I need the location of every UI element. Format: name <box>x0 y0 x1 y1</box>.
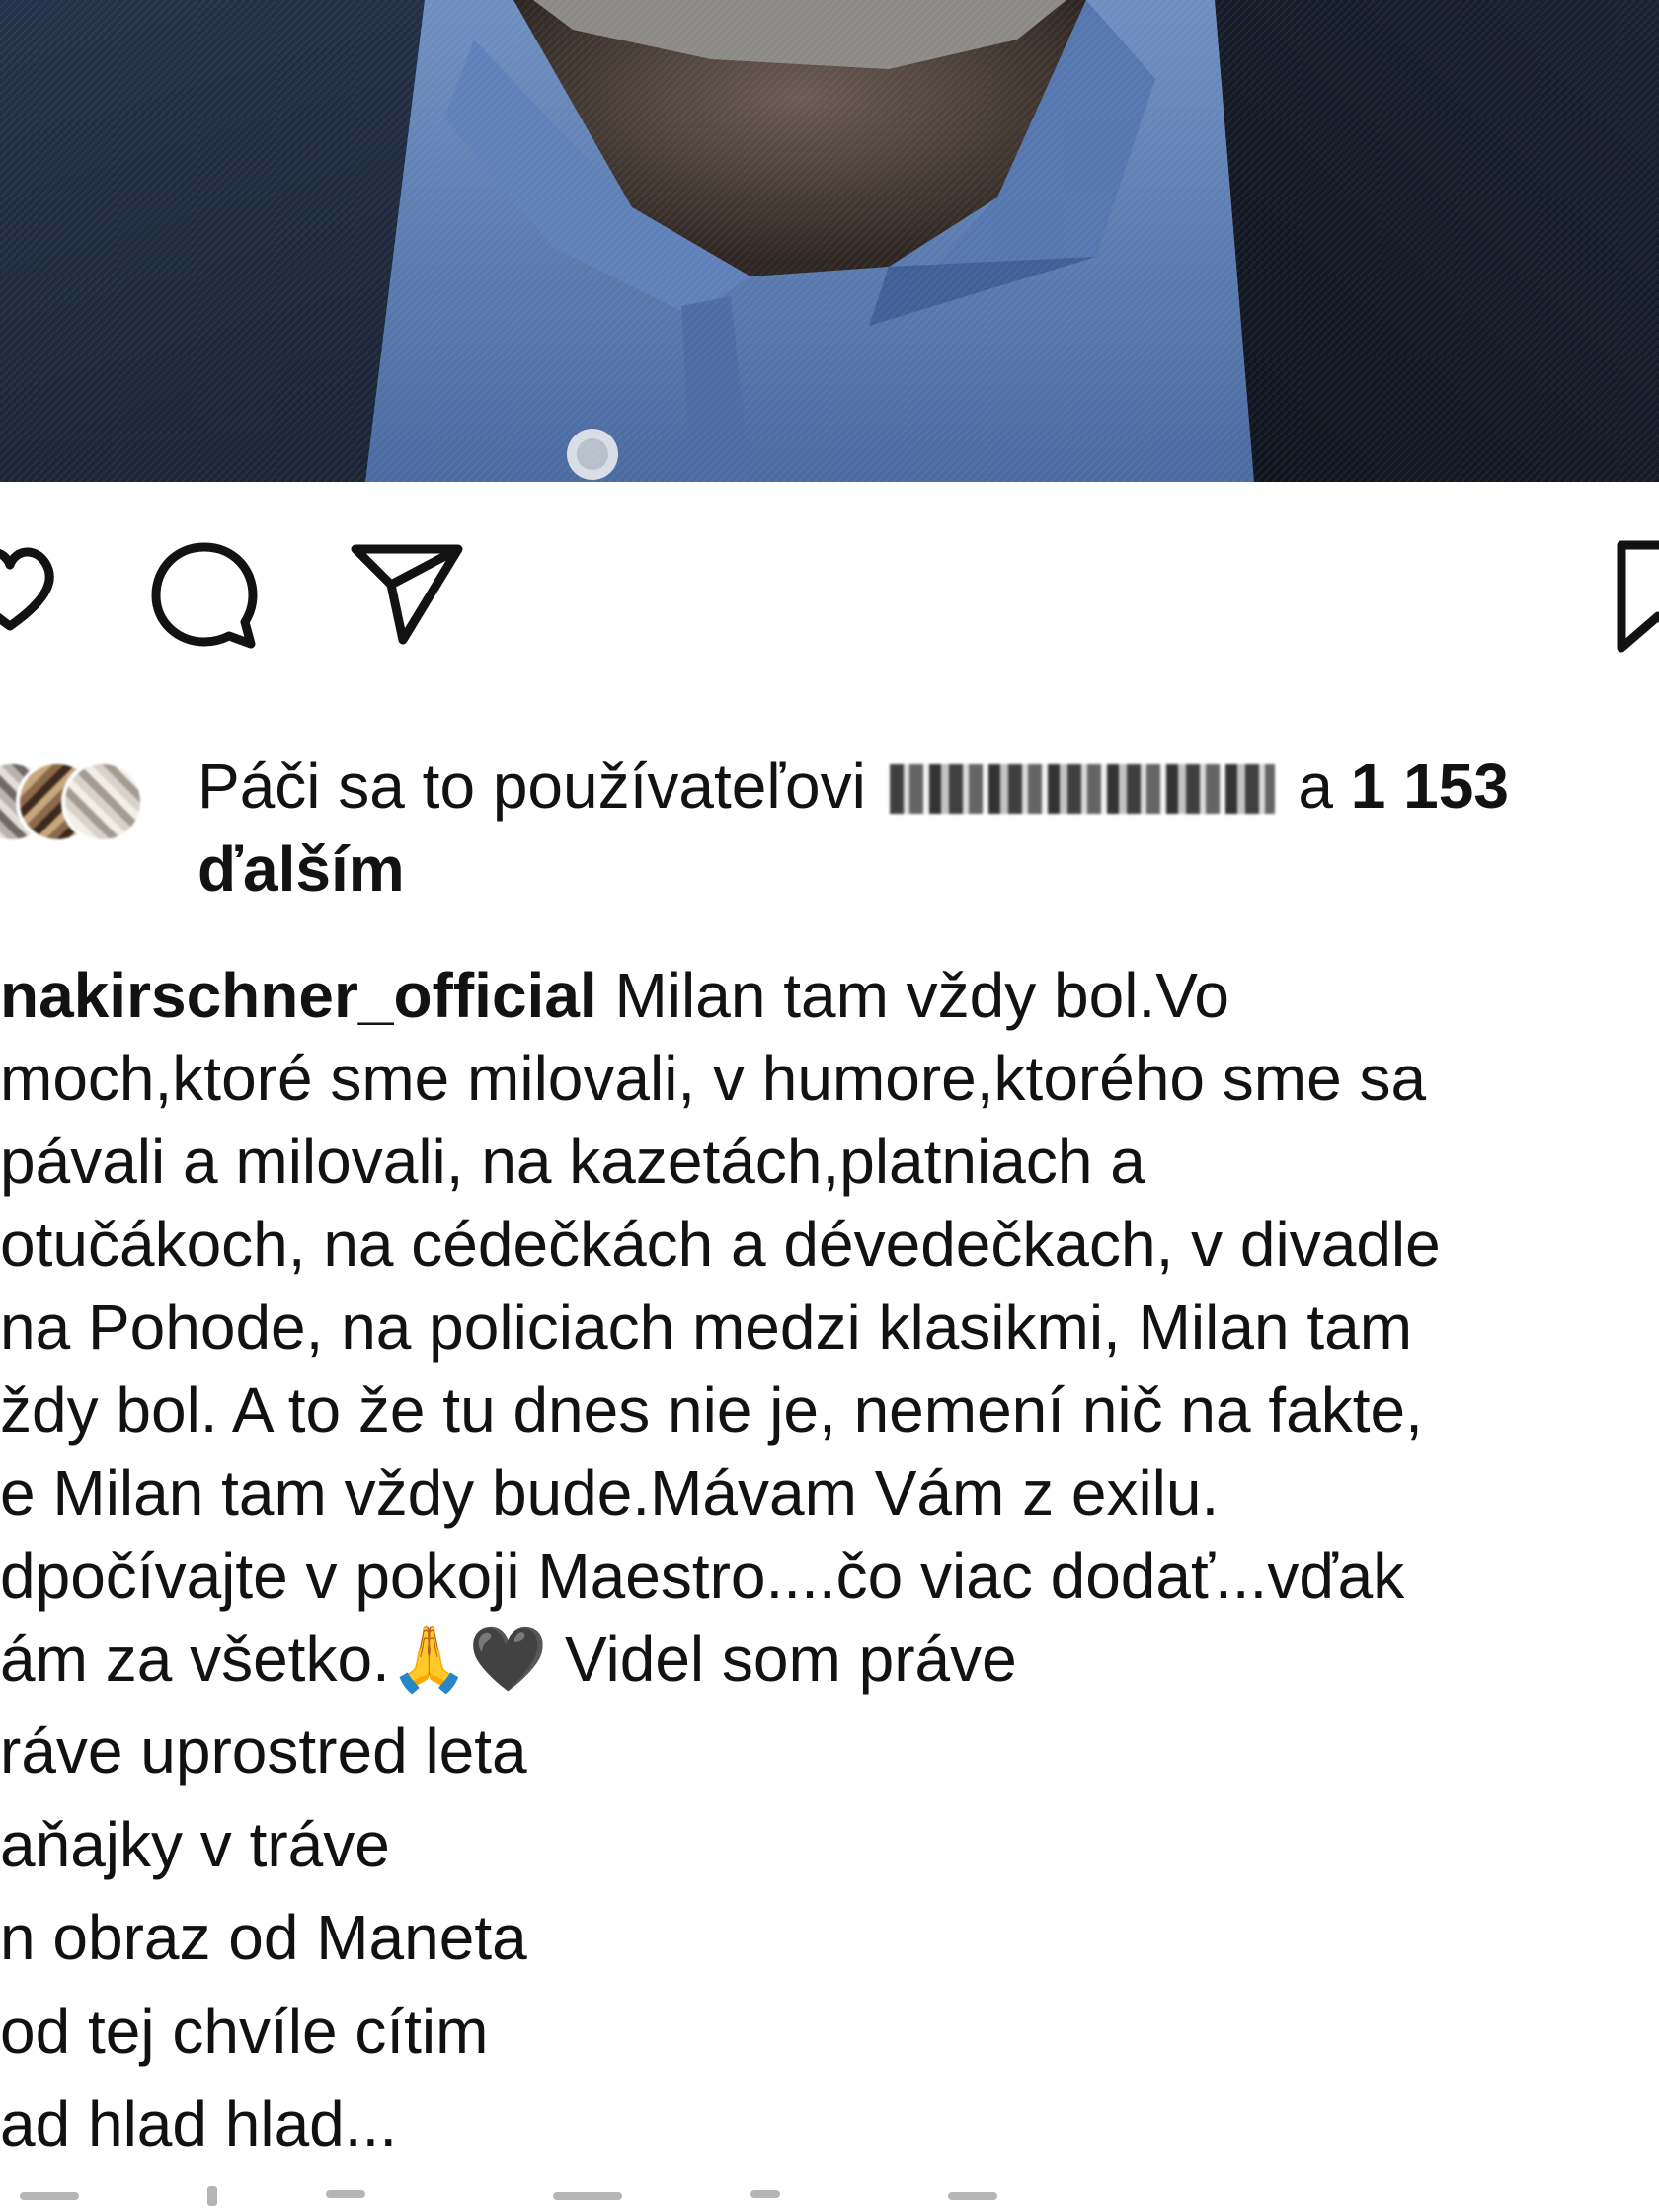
caption-line: otučákoch, na cédečkách a dévedečkach, v… <box>0 1209 1441 1280</box>
caption-username[interactable]: nakirschner_official <box>0 960 597 1031</box>
likes-prefix: Páči sa to používateľovi <box>198 750 866 822</box>
caption-line: ždy bol. A to že tu dnes nie je, nemení … <box>0 1375 1423 1446</box>
caption-line: e Milan tam vždy bude.Mávam Vám z exilu. <box>0 1458 1220 1529</box>
poem-line: aňajky v tráve <box>0 1808 390 1880</box>
caption-line: ám za všetko.🙏🖤 Videl som práve <box>0 1623 1017 1695</box>
likes-connector: a <box>1298 750 1333 822</box>
poem-line: ráve uprostred leta <box>0 1715 527 1786</box>
send-icon[interactable] <box>348 537 466 650</box>
post-caption: nakirschner_official Milan tam vždy bol.… <box>0 954 1659 1700</box>
likes-count[interactable]: 1 153 <box>1351 750 1509 822</box>
comment-icon[interactable] <box>146 537 263 654</box>
caption-line: nakirschner_official Milan tam vždy bol.… <box>0 954 1659 1037</box>
cutoff-glyphs <box>20 2186 997 2206</box>
avatar <box>61 760 144 843</box>
caption-line: na Pohode, na policiach medzi klasikmi, … <box>0 1292 1412 1363</box>
bookmark-icon[interactable] <box>1614 537 1659 658</box>
post-photo[interactable] <box>0 0 1659 482</box>
poem-line: n obraz od Maneta <box>0 1902 527 1973</box>
blurred-username[interactable] <box>889 764 1275 814</box>
poem-line: ad hlad hlad... <box>0 2089 398 2160</box>
likes-suffix[interactable]: ďalším <box>198 833 405 905</box>
caption-poem: ráve uprostred leta aňajky v tráve n obr… <box>0 1704 527 2172</box>
likes-text: Páči sa to používateľovi a 1 153 ďalším <box>198 745 1659 910</box>
caption-line: moch,ktoré sme milovali, v humore,ktoréh… <box>0 1043 1427 1114</box>
caption-line: dpočívajte v pokoji Maestro....čo viac d… <box>0 1540 1405 1612</box>
portrait-image <box>0 0 1659 482</box>
liker-avatars[interactable] <box>0 760 168 843</box>
heart-icon[interactable] <box>0 539 59 638</box>
likes-row[interactable]: Páči sa to používateľovi a 1 153 ďalším <box>0 731 1659 908</box>
caption-line: pávali a milovali, na kazetách,platniach… <box>0 1126 1146 1197</box>
post-action-bar <box>0 482 1659 679</box>
poem-line: od tej chvíle cítim <box>0 1995 489 2067</box>
cutoff-text-row <box>0 2186 1659 2212</box>
caption-text: Milan tam vždy bol.Vo <box>596 960 1229 1031</box>
